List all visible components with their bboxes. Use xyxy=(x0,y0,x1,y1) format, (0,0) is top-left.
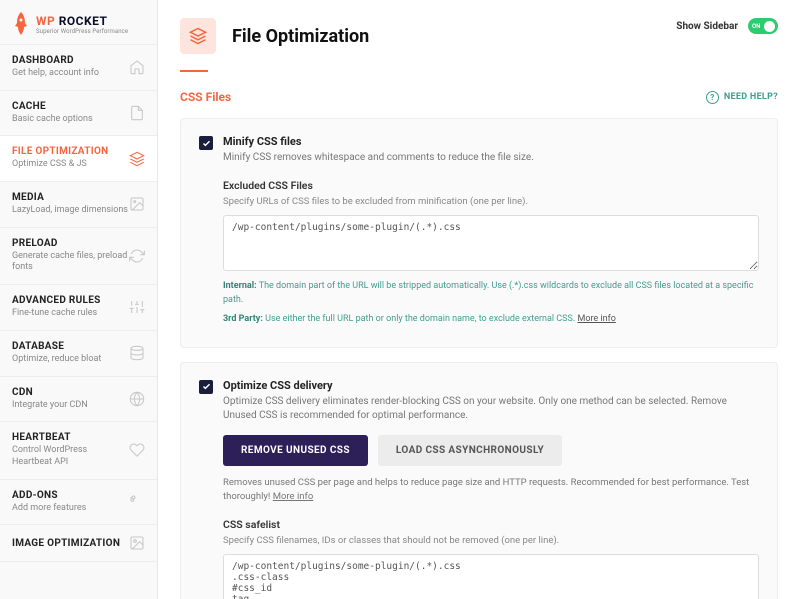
more-info-link[interactable]: More info xyxy=(577,314,615,324)
safelist-textarea[interactable] xyxy=(223,554,759,599)
minify-desc: Minify CSS removes whitespace and commen… xyxy=(223,151,759,165)
safelist-desc: Specify CSS filenames, IDs or classes th… xyxy=(223,535,759,546)
heart-icon xyxy=(129,442,145,458)
layers-icon xyxy=(180,18,216,54)
home-icon xyxy=(129,59,145,75)
file-icon xyxy=(129,105,145,121)
sidebar-item-add-ons[interactable]: ADD-ONSAdd more features xyxy=(0,480,157,526)
sidebar-item-media[interactable]: MEDIALazyLoad, image dimensions xyxy=(0,182,157,228)
load-async-button[interactable]: LOAD CSS ASYNCHRONOUSLY xyxy=(378,435,562,466)
database-icon xyxy=(129,345,145,361)
sidebar-item-preload[interactable]: PRELOADGenerate cache files, preload fon… xyxy=(0,228,157,285)
layers-icon xyxy=(129,151,145,167)
safelist-title: CSS safelist xyxy=(223,518,759,531)
show-sidebar-toggle[interactable]: ON xyxy=(748,18,778,34)
optimize-note: Removes unused CSS per page and helps to… xyxy=(223,476,759,505)
main: File Optimization Show Sidebar ON CSS Fi… xyxy=(158,0,800,599)
logo: WP ROCKET Superior WordPress Performance xyxy=(0,0,157,44)
image-icon xyxy=(129,196,145,212)
sidebar-item-heartbeat[interactable]: HEARTBEATControl WordPress Heartbeat API xyxy=(0,422,157,479)
optimize-title: Optimize CSS delivery xyxy=(223,379,759,392)
minify-title: Minify CSS files xyxy=(223,135,759,148)
rocket-icon xyxy=(12,12,30,36)
header: File Optimization Show Sidebar ON xyxy=(158,0,800,54)
excluded-title: Excluded CSS Files xyxy=(223,179,759,192)
page-title: File Optimization xyxy=(232,26,369,47)
sidebar-item-database[interactable]: DATABASEOptimize, reduce bloat xyxy=(0,331,157,377)
optimize-card: Optimize CSS delivery Optimize CSS deliv… xyxy=(180,362,778,599)
nav: DASHBOARDGet help, account infoCACHEBasi… xyxy=(0,44,157,562)
sidebar-item-dashboard[interactable]: DASHBOARDGet help, account info xyxy=(0,44,157,91)
sidebar-item-advanced-rules[interactable]: ADVANCED RULESFine-tune cache rules xyxy=(0,285,157,331)
picture-icon xyxy=(129,535,145,551)
optimize-desc: Optimize CSS delivery eliminates render-… xyxy=(223,395,759,423)
sidebar-item-cdn[interactable]: CDNIntegrate your CDN xyxy=(0,377,157,423)
sliders-icon xyxy=(129,299,145,315)
show-sidebar-label: Show Sidebar xyxy=(676,21,738,32)
minify-card: Minify CSS files Minify CSS removes whit… xyxy=(180,118,778,348)
globe-icon xyxy=(129,391,145,407)
remove-unused-css-button[interactable]: REMOVE UNUSED CSS xyxy=(223,435,368,466)
refresh-icon xyxy=(129,248,145,264)
puzzle-icon xyxy=(129,494,145,510)
sidebar-item-image-optimization[interactable]: IMAGE OPTIMIZATION xyxy=(0,525,157,562)
need-help-link[interactable]: ? NEED HELP? xyxy=(706,91,778,104)
excluded-css-textarea[interactable] xyxy=(223,215,759,271)
section-title: CSS Files xyxy=(180,90,231,104)
sidebar-item-cache[interactable]: CACHEBasic cache options xyxy=(0,91,157,137)
more-info-link[interactable]: More info xyxy=(273,491,314,502)
sidebar: WP ROCKET Superior WordPress Performance… xyxy=(0,0,158,599)
hint-internal: Internal: The domain part of the URL wil… xyxy=(223,280,759,307)
help-icon: ? xyxy=(706,91,719,104)
minify-checkbox[interactable] xyxy=(199,136,213,150)
hint-3rdparty: 3rd Party: Use either the full URL path … xyxy=(223,313,759,327)
optimize-checkbox[interactable] xyxy=(199,380,213,394)
sidebar-item-file-optimization[interactable]: FILE OPTIMIZATIONOptimize CSS & JS xyxy=(0,136,157,182)
excluded-desc: Specify URLs of CSS files to be excluded… xyxy=(223,196,759,207)
